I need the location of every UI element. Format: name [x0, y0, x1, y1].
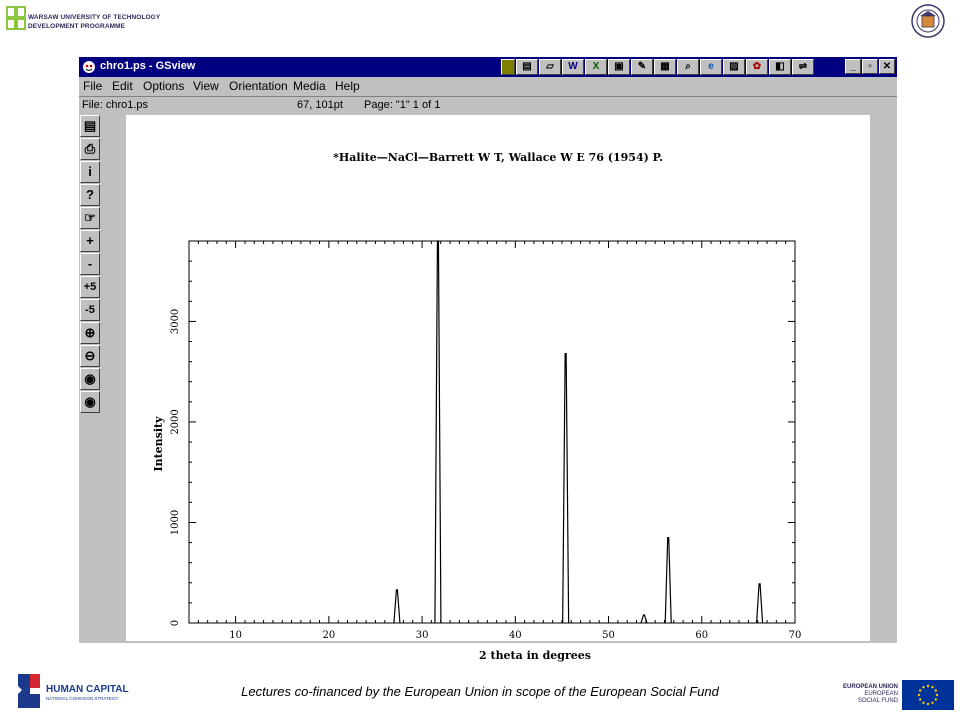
- window-icon[interactable]: ▣: [608, 59, 630, 75]
- eu-flag-icon: [902, 680, 954, 710]
- title-bar[interactable]: chro1.ps - GSview ▤ ▱ W X ▣ ✎ ▦ ⌕ e ▨ ✿ …: [79, 57, 897, 77]
- wut-name-line1: WARSAW UNIVERSITY OF TECHNOLOGY: [28, 14, 161, 21]
- x-tick-label: 20: [322, 630, 335, 641]
- eu-star: [926, 684, 930, 688]
- display-settings-icon[interactable]: ◉: [80, 391, 100, 413]
- eu-star: [922, 686, 925, 689]
- y-tick-label: 2000: [170, 409, 181, 434]
- zoom-out-icon[interactable]: ⊖: [80, 345, 100, 367]
- skip-back-icon[interactable]: -5: [80, 299, 100, 321]
- y-tick-label: 1000: [170, 510, 181, 535]
- excel-icon[interactable]: X: [585, 59, 607, 75]
- y-tick-label: 0: [170, 620, 181, 626]
- x-tick-label: 60: [695, 630, 708, 641]
- open-file-icon[interactable]: ▤: [80, 115, 100, 137]
- eu-star: [919, 698, 922, 701]
- eu-star: [935, 693, 939, 697]
- network-icon[interactable]: ⇌: [792, 59, 814, 75]
- help-icon[interactable]: ?: [80, 184, 100, 206]
- toolbar-icons: ▤ ▱ W X ▣ ✎ ▦ ⌕ e ▨ ✿ ◧ ⇌: [501, 59, 814, 76]
- next-page-icon[interactable]: +: [80, 230, 100, 252]
- status-file: File: chro1.ps: [82, 99, 149, 111]
- university-seal-icon: [911, 4, 945, 38]
- wut-name-line2: DEVELOPMENT PROGRAMME: [28, 23, 126, 30]
- eu-star: [917, 693, 921, 697]
- word-icon[interactable]: W: [562, 59, 584, 75]
- eu-label: EUROPEAN UNION EUROPEAN SOCIAL FUND: [832, 684, 898, 705]
- menu-file[interactable]: File: [83, 79, 102, 93]
- eu-star: [931, 701, 934, 704]
- maximize-button[interactable]: ▫: [862, 59, 878, 74]
- text-extract-icon[interactable]: ◉: [80, 368, 100, 390]
- goto-page-icon[interactable]: ☞: [80, 207, 100, 229]
- eu-star: [922, 701, 925, 704]
- eu-star: [919, 689, 922, 692]
- color-icon[interactable]: [501, 59, 515, 75]
- y-axis-label: Intensity: [152, 416, 165, 472]
- x-tick-label: 70: [789, 630, 802, 641]
- folder-icon[interactable]: ▱: [539, 59, 561, 75]
- x-tick-label: 30: [416, 630, 429, 641]
- diffraction-peak: [640, 614, 648, 624]
- note-icon[interactable]: ◧: [769, 59, 791, 75]
- wut-logo-icon: [6, 6, 26, 30]
- eu-line1: EUROPEAN UNION: [842, 684, 898, 690]
- eu-star: [934, 698, 937, 701]
- menu-view[interactable]: View: [193, 79, 219, 93]
- status-coords: 67, 101pt: [297, 99, 343, 111]
- close-button[interactable]: ✕: [879, 59, 895, 74]
- eu-star: [931, 686, 934, 689]
- menu-media[interactable]: Media: [293, 79, 326, 93]
- diffraction-peak: [562, 352, 570, 624]
- side-toolbar: ▤ ⎙ i? ☞ + - +5 -5 ⊕ ⊖ ◉ ◉: [79, 115, 101, 419]
- menu-edit[interactable]: Edit: [112, 79, 133, 93]
- wut-name: WARSAW UNIVERSITY OF TECHNOLOGY DEVELOPM…: [28, 13, 160, 31]
- skip-forward-icon[interactable]: +5: [80, 276, 100, 298]
- x-tick-label: 50: [602, 630, 615, 641]
- plot-frame: [188, 240, 796, 624]
- paint-icon[interactable]: ✿: [746, 59, 768, 75]
- menu-options[interactable]: Options: [143, 79, 184, 93]
- x-tick-label: 40: [509, 630, 522, 641]
- eu-star: [934, 689, 937, 692]
- status-bar: File: chro1.ps 67, 101pt Page: "1" 1 of …: [79, 96, 897, 115]
- x-axis-label: 2 theta in degrees: [479, 649, 591, 662]
- clipboard-icon[interactable]: ▦: [654, 59, 676, 75]
- tools-icon[interactable]: ✎: [631, 59, 653, 75]
- y-tick-label: 3000: [170, 309, 181, 334]
- diffraction-peak: [393, 589, 401, 624]
- zoom-in-icon[interactable]: ⊕: [80, 322, 100, 344]
- document-page[interactable]: *Halite—NaCl—Barrett W T, Wallace W E 76…: [126, 115, 870, 662]
- gsview-app-icon[interactable]: [82, 60, 96, 74]
- eu-star: [926, 702, 930, 706]
- window-title: chro1.ps - GSview: [100, 60, 196, 72]
- x-tick-label: 10: [229, 630, 242, 641]
- gsview-window: chro1.ps - GSview ▤ ▱ W X ▣ ✎ ▦ ⌕ e ▨ ✿ …: [79, 57, 897, 662]
- eu-line2: EUROPEAN: [864, 691, 898, 697]
- notepad-icon[interactable]: ▤: [516, 59, 538, 75]
- search-icon[interactable]: ⌕: [677, 59, 699, 75]
- menu-help[interactable]: Help: [335, 79, 360, 93]
- info-icon[interactable]: i: [80, 161, 100, 183]
- menu-orientation[interactable]: Orientation: [229, 79, 288, 93]
- menu-bar: File Edit Options View Orientation Media…: [79, 77, 897, 96]
- diffraction-peak: [755, 583, 764, 624]
- prev-page-icon[interactable]: -: [80, 253, 100, 275]
- diffraction-peak: [434, 240, 442, 624]
- eu-line3: SOCIAL FUND: [857, 698, 898, 704]
- status-page: Page: "1" 1 of 1: [364, 99, 441, 111]
- diffraction-plot: 102030405060700100020003000Intensity6-Ma…: [152, 240, 802, 641]
- minimize-button[interactable]: _: [845, 59, 861, 74]
- diffraction-peak: [664, 536, 672, 624]
- print-icon[interactable]: ⎙: [80, 138, 100, 160]
- window-controls: _ ▫ ✕: [845, 59, 895, 74]
- image-icon[interactable]: ▨: [723, 59, 745, 75]
- footer-text: Lectures co-financed by the European Uni…: [241, 684, 719, 699]
- browser-icon[interactable]: e: [700, 59, 722, 75]
